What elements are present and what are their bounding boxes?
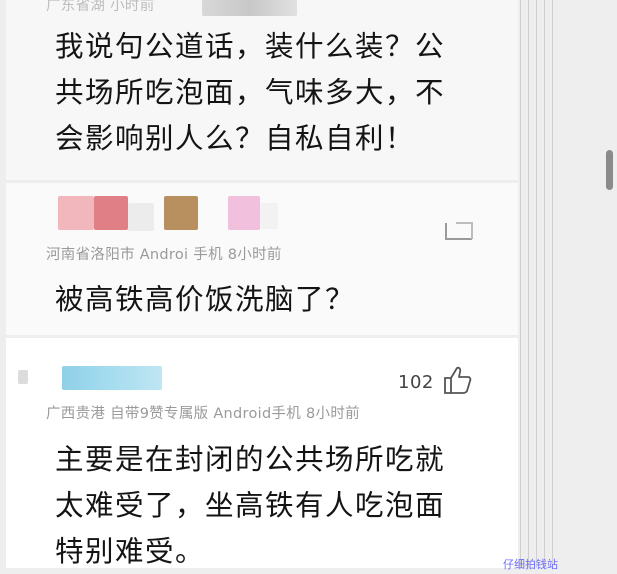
comment-card-2: 河南省洛阳市 Androi 手机 8小时前 被高铁高价饭洗脑了？ <box>6 183 518 335</box>
blurred-username <box>62 366 162 390</box>
comment-card-3: 102 广西贵港 自带9赞专属版 Android手机 8小时前 主要是在封闭的公… <box>6 338 518 568</box>
comment-text-line: 被高铁高价饭洗脑了？ <box>55 283 356 316</box>
comment-location-time: 广西贵港 自带9赞专属版 Android手机 8小时前 <box>46 406 360 422</box>
watermark: 仔细拍钱站 <box>503 558 558 571</box>
blurred-avatar <box>18 370 28 384</box>
comment-text-line: 特别难受。 <box>55 535 206 568</box>
comment-text-line: 会影响别人么？自私自利！ <box>55 122 416 155</box>
comment-location-time: 广东省湖 小时前 <box>46 0 155 14</box>
scrollbar-thumb[interactable] <box>606 150 613 190</box>
comment-text-line: 共场所吃泡面，气味多大，不 <box>55 76 446 109</box>
blurred-avatar <box>228 196 260 230</box>
blurred-username <box>202 0 297 16</box>
reply-icon[interactable] <box>442 219 476 243</box>
like-count: 102 <box>398 372 434 393</box>
thumbs-up-icon[interactable] <box>442 364 474 396</box>
comment-text-line: 太难受了，坐高铁有人吃泡面 <box>55 489 446 522</box>
comment-text-line: 主要是在封闭的公共场所吃就 <box>55 443 446 476</box>
blurred-avatar <box>94 196 128 230</box>
blurred-avatar <box>260 203 278 229</box>
blurred-avatar <box>164 196 198 230</box>
comment-text-line: 我说句公道话，装什么装？公 <box>55 30 446 63</box>
comment-location-time: 河南省洛阳市 Androi 手机 8小时前 <box>46 247 282 263</box>
blurred-avatar <box>58 196 94 230</box>
stacked-page-edges <box>520 0 560 568</box>
blurred-avatar <box>128 203 154 231</box>
comment-card-1: 广东省湖 小时前 我说句公道话，装什么装？公 共场所吃泡面，气味多大，不 会影响… <box>6 0 518 180</box>
